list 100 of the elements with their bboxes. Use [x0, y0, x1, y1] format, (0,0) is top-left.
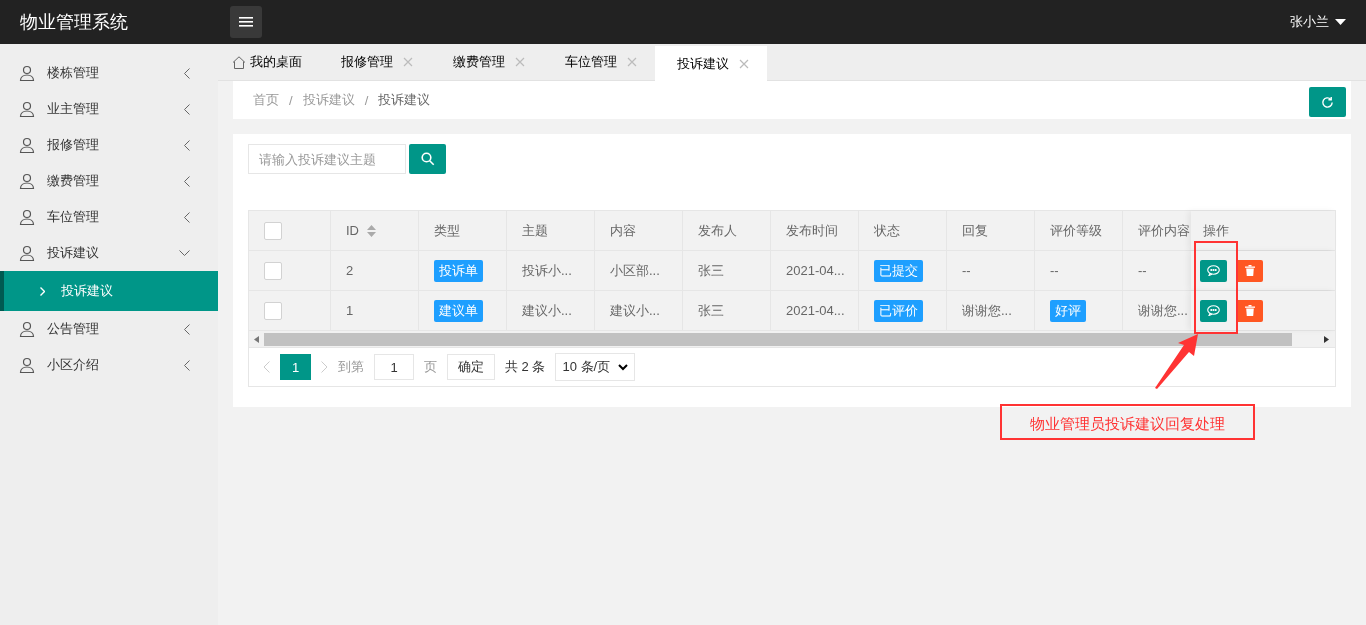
chevron-left-icon: [184, 211, 190, 223]
sidebar-item[interactable]: 业主管理: [0, 91, 218, 127]
page-input[interactable]: 1: [374, 354, 414, 380]
user-icon: [19, 209, 35, 225]
close-icon[interactable]: [515, 57, 525, 67]
search-icon: [420, 152, 435, 166]
column-header: 状态: [874, 221, 900, 240]
column-header: 发布人: [698, 221, 737, 240]
delete-button[interactable]: [1236, 299, 1263, 322]
horizontal-scrollbar[interactable]: [249, 331, 1335, 348]
user-icon: [19, 65, 35, 81]
status-tag: 已评价: [874, 299, 923, 322]
tab[interactable]: 报修管理: [319, 44, 431, 80]
menu-button[interactable]: [230, 6, 262, 38]
table-cell: 2: [346, 263, 354, 278]
sidebar-item[interactable]: 缴费管理: [0, 163, 218, 199]
refresh-button[interactable]: [1309, 87, 1346, 117]
refresh-icon: [1321, 95, 1334, 109]
table-cell: 投诉小...: [522, 261, 572, 280]
user-icon: [19, 101, 35, 117]
breadcrumb-separator: /: [364, 92, 369, 108]
column-header: 内容: [610, 221, 636, 240]
annotation-arrow: [1152, 333, 1200, 390]
status-tag: 建议单: [434, 299, 483, 322]
scroll-left-icon[interactable]: [254, 335, 260, 343]
table-cell: 2021-04...: [786, 263, 845, 278]
goto-label: 到第: [338, 358, 364, 376]
table-cell: 小区部...: [610, 261, 660, 280]
reply-button[interactable]: [1200, 299, 1227, 322]
sidebar-subitem[interactable]: 投诉建议: [0, 271, 218, 311]
table-cell: 谢谢您...: [962, 301, 1012, 320]
previous-page-icon[interactable]: [263, 361, 270, 373]
tab[interactable]: 投诉建议: [655, 46, 767, 81]
sidebar-item[interactable]: 楼栋管理: [0, 55, 218, 91]
select-all-checkbox[interactable]: [264, 221, 282, 240]
chat-bubble-icon: [1207, 265, 1220, 276]
user-icon: [19, 173, 35, 189]
column-header: 类型: [434, 221, 460, 240]
next-page-icon[interactable]: [321, 361, 328, 373]
sort-icon[interactable]: [367, 224, 376, 237]
column-header: 评价等级: [1050, 221, 1102, 240]
breadcrumb-link[interactable]: 投诉建议: [378, 91, 431, 109]
trash-icon: [1244, 305, 1255, 316]
search-field[interactable]: 请输入投诉建议主题: [248, 144, 406, 174]
table-cell: --: [962, 263, 971, 278]
reply-button[interactable]: [1200, 259, 1227, 282]
row-checkbox[interactable]: [264, 301, 282, 320]
search-button[interactable]: [409, 144, 446, 174]
menu-icon: [239, 17, 253, 27]
tab[interactable]: 缴费管理: [431, 44, 543, 80]
column-header: 发布时间: [786, 221, 838, 240]
column-header: 回复: [962, 221, 988, 240]
annotation-callout: 物业管理员投诉建议回复处理: [1000, 404, 1255, 440]
sidebar-item[interactable]: 公告管理: [0, 311, 218, 347]
table-cell: --: [1050, 263, 1059, 278]
confirm-button[interactable]: 确定: [447, 354, 495, 380]
page-size-select[interactable]: 10 条/页: [555, 353, 636, 381]
scroll-right-icon[interactable]: [1324, 335, 1330, 343]
chevron-left-icon: [184, 139, 190, 151]
caret-icon: [1335, 19, 1346, 25]
table-cell: 建议小...: [610, 301, 660, 320]
page-number[interactable]: 1: [280, 354, 311, 380]
column-header: ID: [346, 223, 359, 238]
sidebar-item[interactable]: 车位管理: [0, 199, 218, 235]
page-unit: 页: [424, 358, 437, 376]
chevron-left-icon: [184, 359, 190, 371]
user-icon: [19, 137, 35, 153]
sidebar-item[interactable]: 小区介绍: [0, 347, 218, 383]
close-icon[interactable]: [627, 57, 637, 67]
trash-icon: [1244, 265, 1255, 276]
total-count: 共 2 条: [505, 358, 546, 376]
table-cell: 建议小...: [522, 301, 572, 320]
chevron-left-icon: [184, 103, 190, 115]
table-cell: 谢谢您...: [1138, 301, 1188, 320]
close-icon[interactable]: [739, 58, 749, 69]
table-cell: --: [1138, 263, 1147, 278]
chevron-left-icon: [184, 67, 190, 79]
tab[interactable]: 我的桌面: [218, 44, 319, 80]
chevron-left-icon: [184, 175, 190, 187]
sidebar-item[interactable]: 报修管理: [0, 127, 218, 163]
column-header: 操作: [1203, 221, 1229, 240]
sidebar-item[interactable]: 投诉建议: [0, 235, 218, 271]
table-cell: 1: [346, 303, 354, 318]
column-header: 主题: [522, 221, 548, 240]
caret-icon: [618, 363, 629, 371]
status-tag: 好评: [1050, 299, 1086, 322]
chevron-down-icon: [179, 250, 190, 256]
tab[interactable]: 车位管理: [543, 44, 655, 80]
delete-button[interactable]: [1236, 259, 1263, 282]
table-cell: 2021-04...: [786, 303, 845, 318]
close-icon[interactable]: [403, 57, 413, 67]
chevron-left-icon: [184, 323, 190, 335]
user-icon: [19, 357, 35, 373]
chevron-right-icon: [40, 286, 45, 296]
status-tag: 已提交: [874, 259, 923, 282]
user-menu[interactable]: 张小兰: [1290, 13, 1346, 31]
row-checkbox[interactable]: [264, 261, 282, 280]
status-tag: 投诉单: [434, 259, 483, 282]
home-icon: [232, 55, 246, 69]
breadcrumb-separator: /: [289, 92, 293, 108]
